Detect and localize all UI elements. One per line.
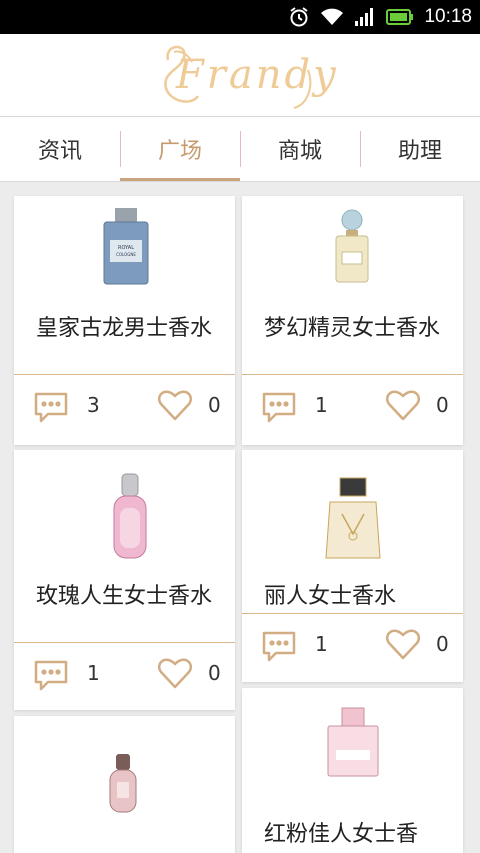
tab-news[interactable]: 资讯 [0,117,120,181]
svg-text:ROYAL: ROYAL [118,245,134,251]
pink-lady-bottle-image [327,707,379,777]
feed-card[interactable]: 玫瑰人生女士香水 1 0 [14,450,235,710]
feed-card[interactable]: 红粉佳人女士香 [242,688,463,853]
vie-en-rose-bottle-image [113,473,147,559]
tab-mall[interactable]: 商城 [240,117,360,181]
comment-icon[interactable] [260,629,298,663]
signal-icon [355,8,374,26]
heart-icon[interactable] [157,656,193,690]
card-stats: 1 0 [242,375,463,439]
feed-card[interactable] [14,716,235,853]
feed-card[interactable]: 梦幻精灵女士香水 1 0 [242,196,463,445]
tab-assistant[interactable]: 助理 [360,117,480,181]
like-count: 0 [208,661,221,685]
card-stats: 3 0 [14,375,235,439]
logo-text: Frandy [176,52,339,98]
comment-icon[interactable] [32,390,70,424]
comment-count: 3 [87,393,100,417]
alarm-icon [290,7,309,27]
wifi-icon [321,8,344,25]
comment-count: 1 [315,632,328,656]
comment-icon[interactable] [32,658,70,692]
beauty-bottle-image [325,477,381,559]
card-stats: 1 0 [242,614,463,678]
svg-text:COLOGNE: COLOGNE [116,252,136,257]
card-stats: 1 0 [14,643,235,707]
like-count: 0 [436,632,449,656]
card-title: 梦幻精灵女士香水 [264,316,441,341]
heart-icon[interactable] [385,388,421,422]
heart-icon[interactable] [385,627,421,661]
card-title: 红粉佳人女士香 [264,822,419,847]
perfume-bottle-image [109,754,137,813]
clock: 10:18 [424,6,472,27]
comment-count: 1 [315,393,328,417]
like-count: 0 [436,393,449,417]
feed-card[interactable]: ROYAL COLOGNE 皇家古龙男士香水 3 0 [14,196,235,445]
royal-cologne-bottle-image: ROYAL COLOGNE [103,208,149,285]
like-count: 0 [208,393,221,417]
app-header: Frandy [0,34,480,116]
tab-square[interactable]: 广场 [120,117,240,181]
heart-icon[interactable] [157,388,193,422]
card-title: 丽人女士香水 [264,584,397,609]
tab-bar: 资讯 广场 商城 助理 [0,116,480,182]
card-title: 皇家古龙男士香水 [36,316,213,341]
feed-card[interactable]: 丽人女士香水 1 0 [242,450,463,682]
battery-icon [386,9,414,25]
card-title: 玫瑰人生女士香水 [36,584,213,609]
status-bar: 10:18 [0,0,480,34]
dream-elf-bottle-image [335,209,369,283]
post-feed: ROYAL COLOGNE 皇家古龙男士香水 3 0 梦幻精灵女士香水 1 0 … [0,182,480,853]
comment-icon[interactable] [260,390,298,424]
comment-count: 1 [87,661,100,685]
